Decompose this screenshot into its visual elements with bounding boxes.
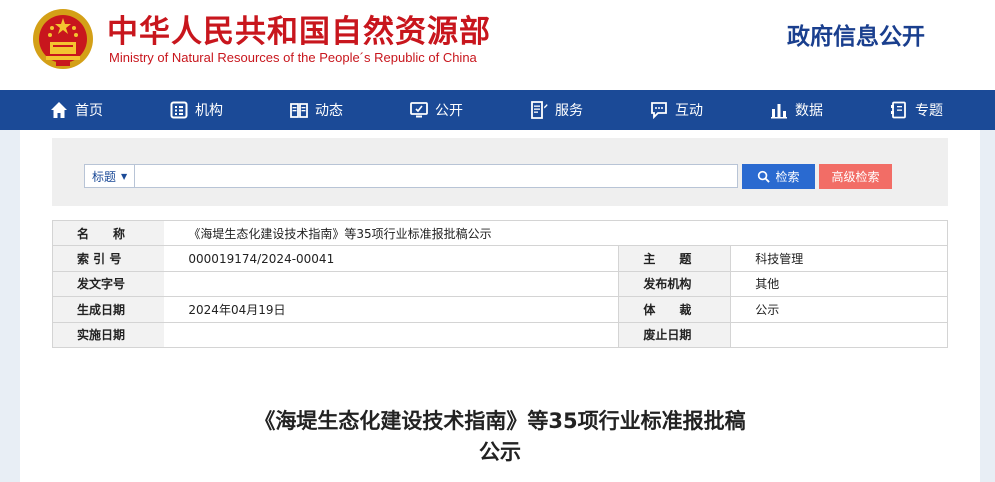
metadata-table: 名 称 《海堤生态化建设技术指南》等35项行业标准报批稿公示 索 引 号 000… [52, 220, 948, 348]
search-scope-select[interactable]: 标题 ▼ [85, 165, 135, 187]
folder-icon [891, 101, 906, 119]
article-title-line1: 《海堤生态化建设技术指南》等35项行业标准报批稿 [254, 409, 746, 433]
book-icon [290, 103, 308, 118]
publisher-label: 发布机构 [618, 271, 731, 298]
nav-item-org[interactable]: 机构 [170, 90, 223, 130]
index-value: 000019174/2024-00041 [164, 245, 619, 272]
caret-down-icon: ▼ [121, 171, 128, 181]
effective-label: 实施日期 [52, 322, 165, 348]
national-emblem-icon[interactable] [30, 6, 96, 72]
main-nav: 首页 机构 动态 公开 服务 互动 数据 专题 [0, 90, 995, 130]
name-label: 名 称 [52, 220, 165, 247]
nav-item-interact[interactable]: 互动 [650, 90, 703, 130]
nav-label: 数据 [795, 103, 823, 119]
date-label: 生成日期 [52, 296, 165, 323]
document-edit-icon [531, 101, 548, 119]
gov-info-title[interactable]: 政府信息公开 [787, 17, 925, 51]
nav-label: 服务 [555, 103, 583, 119]
search-scope-label: 标题 [92, 169, 117, 184]
table-row: 生成日期 2024年04月19日 体 裁 公示 [52, 296, 948, 323]
table-row: 名 称 《海堤生态化建设技术指南》等35项行业标准报批稿公示 [52, 220, 948, 247]
expire-label: 废止日期 [618, 322, 731, 348]
article-title-line2: 公示 [479, 440, 521, 464]
nav-label: 公开 [435, 103, 463, 119]
docno-value [164, 271, 619, 298]
genre-label: 体 裁 [618, 296, 731, 323]
site-subtitle: Ministry of Natural Resources of the Peo… [109, 50, 477, 65]
bar-chart-icon [771, 104, 787, 119]
nav-item-topics[interactable]: 专题 [890, 90, 943, 130]
genre-value: 公示 [730, 296, 948, 323]
nav-label: 机构 [195, 103, 223, 119]
monitor-icon [410, 102, 428, 118]
advanced-search-label: 高级检索 [831, 170, 880, 184]
table-row: 索 引 号 000019174/2024-00041 主 题 科技管理 [52, 245, 948, 272]
subject-label: 主 题 [618, 245, 731, 272]
site-title[interactable]: 中华人民共和国自然资源部 [107, 6, 491, 51]
nav-item-news[interactable]: 动态 [290, 90, 343, 130]
nav-item-public[interactable]: 公开 [410, 90, 463, 130]
nav-item-service[interactable]: 服务 [530, 90, 583, 130]
subject-value: 科技管理 [730, 245, 948, 272]
search-button[interactable]: 检索 [742, 164, 815, 189]
docno-label: 发文字号 [52, 271, 165, 298]
name-value: 《海堤生态化建设技术指南》等35项行业标准报批稿公示 [164, 220, 948, 247]
nav-label: 首页 [75, 103, 103, 119]
search-box: 标题 ▼ [84, 164, 738, 188]
search-area: 标题 ▼ 检索 高级检索 [52, 138, 948, 206]
site-header: 中华人民共和国自然资源部 Ministry of Natural Resourc… [0, 0, 995, 90]
nav-item-home[interactable]: 首页 [50, 90, 103, 130]
nav-label: 动态 [315, 103, 343, 119]
nav-label: 互动 [675, 103, 703, 119]
home-icon [51, 102, 67, 118]
advanced-search-button[interactable]: 高级检索 [819, 164, 892, 189]
search-icon [758, 170, 771, 183]
org-icon [170, 101, 188, 119]
date-value: 2024年04月19日 [164, 296, 619, 323]
index-label: 索 引 号 [52, 245, 165, 272]
search-button-label: 检索 [775, 170, 800, 184]
chat-icon [651, 102, 667, 119]
table-row: 发文字号 发布机构 其他 [52, 271, 948, 298]
table-row: 实施日期 废止日期 [52, 322, 948, 348]
content-panel: 标题 ▼ 检索 高级检索 名 称 《海堤生态化建设技术指南》等35项行业标准报批… [20, 130, 980, 482]
nav-item-data[interactable]: 数据 [770, 90, 823, 130]
effective-value [164, 322, 619, 348]
nav-label: 专题 [915, 103, 943, 119]
article-title: 《海堤生态化建设技术指南》等35项行业标准报批稿 公示 [20, 406, 980, 468]
expire-value [730, 322, 948, 348]
publisher-value: 其他 [730, 271, 948, 298]
search-input[interactable] [136, 165, 736, 187]
